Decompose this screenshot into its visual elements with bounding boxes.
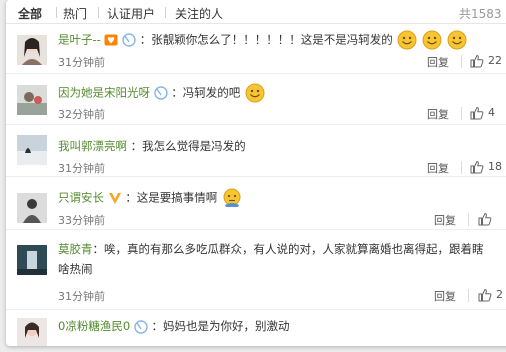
comment-timestamp: 31分钟前 xyxy=(58,56,105,69)
comment-username[interactable]: 只谓安长 xyxy=(58,191,104,205)
comment-item: 0凉粉糖渔民0 ：妈妈也是为你好，别激动 xyxy=(6,310,506,346)
user-avatar[interactable] xyxy=(17,85,47,115)
comment-item: 是叶子-- ♥ ：张靓颖你怎么了！！！！！！这是不是冯轲发的 31分钟前 回复 … xyxy=(6,24,506,74)
comment-timestamp: 31分钟前 xyxy=(58,162,105,175)
comment-text: ：我怎么觉得是冯发的 xyxy=(130,139,246,153)
comment-text: ：妈妈也是为你好，别激动 xyxy=(151,319,290,333)
comment-text: ：唉，真的有那么多吃瓜群众，有人说的对，人家就算离婚也离得起，跟着瞎 xyxy=(92,242,484,256)
smile-emoji-icon xyxy=(397,30,417,50)
user-avatar[interactable] xyxy=(17,193,47,223)
action-divider xyxy=(468,213,469,226)
verified-v-icon xyxy=(108,192,121,204)
comment-text: ：冯轲发的吧 xyxy=(171,85,241,100)
comment-item: 我叫郭漂亮啊 ：我怎么觉得是冯发的 31分钟前 回复 18 xyxy=(6,125,506,177)
reply-button[interactable]: 回复 xyxy=(434,288,456,304)
tab-hot[interactable]: 热门 xyxy=(63,5,87,22)
thumbs-up-icon[interactable] xyxy=(478,212,492,226)
like-count: 22 xyxy=(488,54,502,67)
svg-text:♥: ♥ xyxy=(107,37,115,47)
comment-username[interactable]: 莫胶青 xyxy=(58,242,93,256)
tab-divider xyxy=(165,7,166,18)
comment-text: ：这是要搞事情啊 xyxy=(125,190,218,205)
comment-timestamp: 32分钟前 xyxy=(58,108,105,121)
like-count: 4 xyxy=(488,106,495,119)
smile-emoji-icon xyxy=(447,30,467,50)
tab-divider xyxy=(98,7,99,18)
comment-timestamp: 33分钟前 xyxy=(58,214,105,227)
tab-verified[interactable]: 认证用户 xyxy=(107,5,155,22)
comment-total-count: 共1583 xyxy=(459,7,502,21)
comment-timestamp: 31分钟前 xyxy=(58,290,105,303)
thumbs-up-icon[interactable] xyxy=(470,54,484,68)
reply-button[interactable]: 回复 xyxy=(434,212,456,228)
tab-divider xyxy=(56,7,57,18)
reply-button[interactable]: 回复 xyxy=(427,54,449,70)
thumbs-up-icon[interactable] xyxy=(470,160,484,174)
comment-panel: 全部 热门 认证用户 关注的人 共1583 是叶子-- ♥ ：张靓颖你怎么了！！… xyxy=(6,0,506,346)
reply-button[interactable]: 回复 xyxy=(427,106,449,122)
like-count: 2 xyxy=(496,288,503,301)
user-avatar[interactable] xyxy=(17,135,47,165)
user-avatar[interactable] xyxy=(17,318,47,346)
member-badge-icon xyxy=(122,33,136,47)
comment-text-continued: 啥热闹 xyxy=(58,262,93,276)
comment-item: 因为她是宋阳光呀 ：冯轲发的吧 32分钟前 回复 4 xyxy=(6,74,506,125)
comment-text: ：张靓颖你怎么了！！！！！！这是不是冯轲发的 xyxy=(139,32,393,47)
like-count: 18 xyxy=(488,160,502,173)
smile-emoji-icon xyxy=(245,83,265,103)
comment-username[interactable]: 0凉粉糖渔民0 xyxy=(58,319,130,333)
action-divider xyxy=(461,55,462,68)
comment-username[interactable]: 因为她是宋阳光呀 xyxy=(58,86,150,100)
action-divider xyxy=(461,161,462,174)
tab-all[interactable]: 全部 xyxy=(18,5,42,22)
smile-emoji-icon xyxy=(422,30,442,50)
thinking-emoji-icon xyxy=(223,188,241,207)
comment-username[interactable]: 是叶子-- xyxy=(58,33,101,47)
comment-item: 只谓安长 ：这是要搞事情啊 33分钟前 回复 xyxy=(6,177,506,230)
thumbs-up-icon[interactable] xyxy=(470,106,484,120)
action-divider xyxy=(461,107,462,120)
comment-item: 莫胶青：唉，真的有那么多吃瓜群众，有人说的对，人家就算离婚也离得起，跟着瞎啥热闹… xyxy=(6,230,506,310)
user-avatar[interactable] xyxy=(17,35,47,65)
thumbs-up-icon[interactable] xyxy=(478,288,492,302)
level-badge-icon: ♥ xyxy=(104,34,118,46)
member-badge-icon xyxy=(153,86,168,100)
action-divider xyxy=(468,289,469,302)
reply-button[interactable]: 回复 xyxy=(427,160,449,176)
user-avatar[interactable] xyxy=(17,245,47,275)
comment-filter-tabs: 全部 热门 认证用户 关注的人 共1583 xyxy=(6,0,506,24)
member-badge-icon xyxy=(134,319,148,334)
tab-following[interactable]: 关注的人 xyxy=(175,5,223,22)
comment-username[interactable]: 我叫郭漂亮啊 xyxy=(58,139,127,153)
